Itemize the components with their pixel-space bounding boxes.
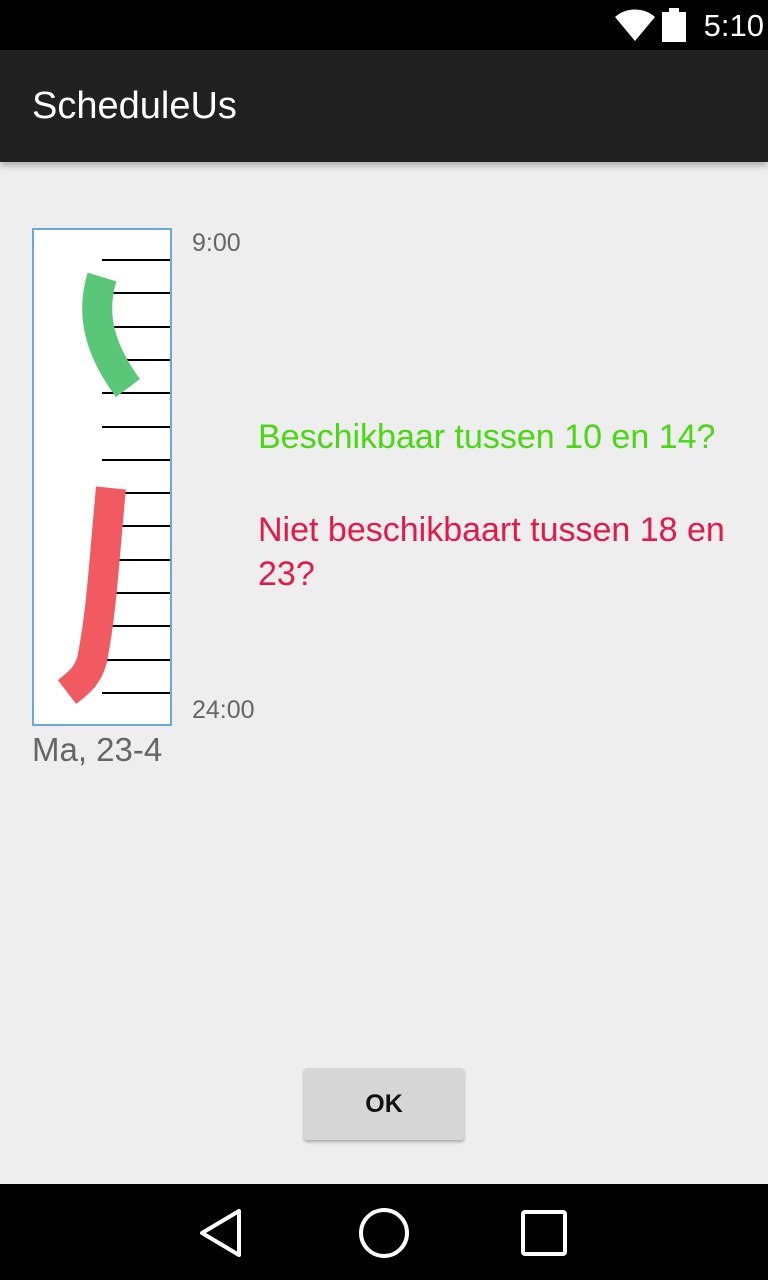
battery-icon [662, 8, 686, 42]
ok-button[interactable]: OK [304, 1068, 464, 1140]
start-time-label: 9:00 [192, 229, 241, 257]
status-clock: 5:10 [703, 8, 764, 43]
available-question: Beschikbaar tussen 10 en 14? [258, 418, 716, 456]
unavailable-stroke [57, 486, 126, 704]
home-icon[interactable] [358, 1207, 410, 1259]
app-title: ScheduleUs [32, 85, 237, 127]
back-icon[interactable] [197, 1207, 249, 1259]
recent-apps-icon[interactable] [518, 1207, 570, 1259]
schedule-drawing[interactable] [34, 230, 170, 724]
app-bar: ScheduleUs [0, 50, 768, 162]
day-label: Ma, 23-4 [32, 731, 163, 768]
status-bar: 5:10 [0, 0, 768, 50]
end-time-label: 24:00 [192, 696, 255, 724]
unavailable-question: Niet beschikbaart tussen 18 en 23? [258, 511, 725, 593]
wifi-icon [615, 9, 655, 41]
navigation-bar [0, 1184, 768, 1280]
day-schedule-canvas[interactable] [32, 228, 172, 726]
